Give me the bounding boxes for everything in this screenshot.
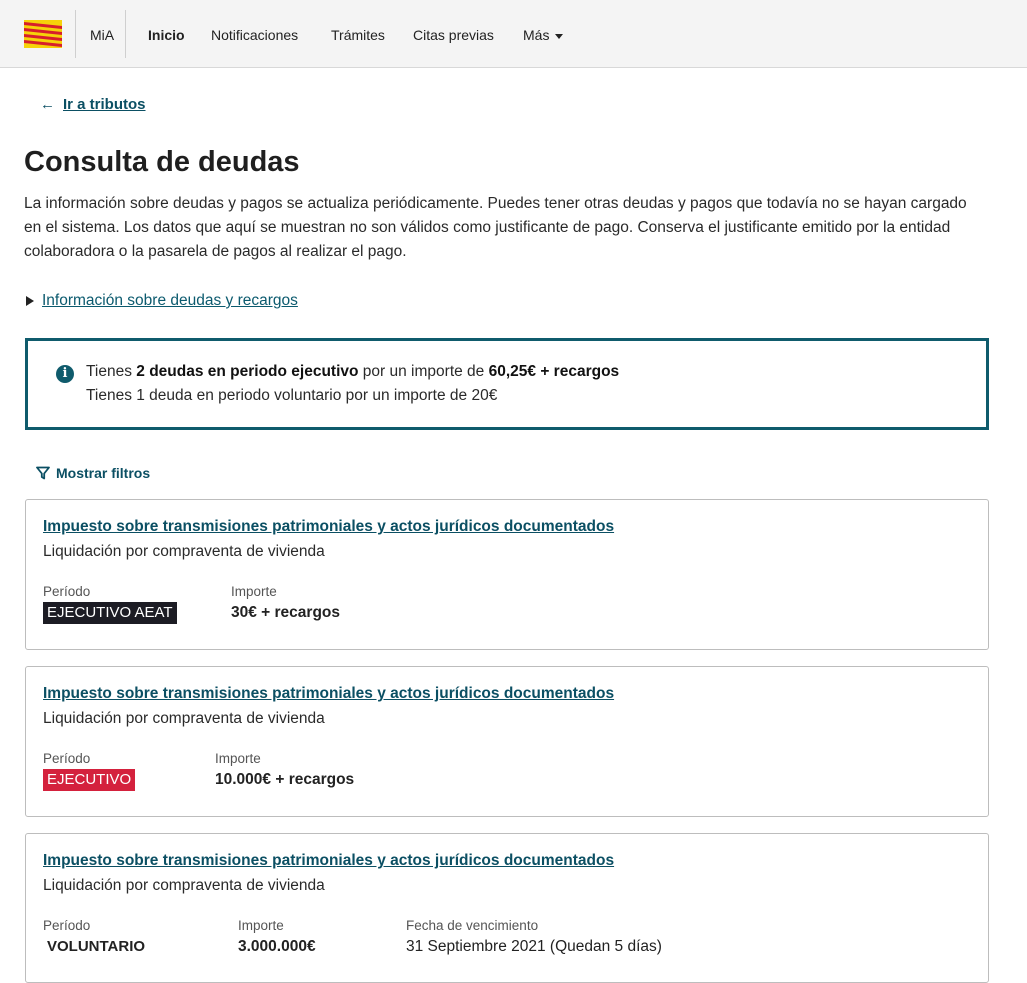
chevron-down-icon (555, 33, 564, 39)
period-badge: EJECUTIVO (43, 769, 136, 791)
nav-mas-label: Más (523, 27, 550, 43)
show-filters-button[interactable]: Mostrar filtros (36, 465, 150, 481)
debt-subtitle: Liquidación por compraventa de vivienda (43, 543, 325, 560)
summary-line-executive: Tienes 2 deudas en periodo ejecutivo por… (86, 363, 619, 381)
due-date-value: 31 Septiembre 2021 (Quedan 5 días) (406, 938, 662, 955)
amount-value: 3.000.000€ (238, 938, 316, 955)
debt-subtitle: Liquidación por compraventa de vivienda (43, 877, 325, 894)
brand-mia-link[interactable]: MiA (90, 26, 114, 44)
amount-label: Importe (215, 751, 261, 766)
debt-card: Impuesto sobre transmisiones patrimonial… (25, 666, 989, 817)
summary-line-voluntary: Tienes 1 deuda en periodo voluntario por… (86, 387, 498, 404)
page-title: Consulta de deudas (24, 146, 300, 178)
debt-title-link[interactable]: Impuesto sobre transmisiones patrimonial… (43, 685, 614, 703)
top-navigation-bar: MiA Inicio Notificaciones Trámites Citas… (0, 0, 1027, 68)
filter-icon (36, 466, 50, 480)
debt-summary-box: i Tienes 2 deudas en periodo ejecutivo p… (25, 338, 989, 430)
aragon-logo-icon[interactable] (24, 20, 62, 48)
period-label: Período (43, 751, 91, 766)
period-badge: EJECUTIVO AEAT (43, 602, 177, 624)
nav-mas-dropdown[interactable]: Más (523, 26, 564, 44)
disclosure-triangle-icon (26, 295, 34, 306)
amount-label: Importe (231, 584, 277, 599)
period-label: Período (43, 584, 91, 599)
debt-card: Impuesto sobre transmisiones patrimonial… (25, 833, 989, 983)
nav-tramites[interactable]: Trámites (331, 26, 385, 44)
show-filters-label: Mostrar filtros (56, 465, 151, 481)
nav-notificaciones[interactable]: Notificaciones (211, 26, 298, 44)
summary-text: por un importe de (358, 363, 489, 380)
summary-text: Tienes (86, 363, 137, 380)
amount-value: 10.000€ + recargos (215, 771, 355, 788)
info-icon: i (56, 365, 74, 383)
summary-amount: 60,25€ + recargos (488, 363, 620, 380)
nav-inicio[interactable]: Inicio (148, 26, 185, 44)
period-badge: VOLUNTARIO (47, 938, 146, 955)
nav-divider (125, 10, 126, 58)
debt-title-link[interactable]: Impuesto sobre transmisiones patrimonial… (43, 852, 614, 870)
debt-card: Impuesto sobre transmisiones patrimonial… (25, 499, 989, 650)
back-to-tributos-link[interactable]: ← Ir a tributos (40, 96, 146, 113)
details-toggle[interactable]: Información sobre deudas y recargos (26, 292, 298, 310)
amount-label: Importe (238, 918, 284, 933)
nav-divider (75, 10, 76, 58)
debt-subtitle: Liquidación por compraventa de vivienda (43, 710, 325, 727)
details-toggle-label: Información sobre deudas y recargos (42, 292, 298, 309)
intro-paragraph: La información sobre deudas y pagos se a… (24, 195, 967, 260)
nav-citas-previas[interactable]: Citas previas (413, 26, 494, 44)
arrow-left-icon: ← (40, 96, 55, 113)
summary-count: 2 deudas en periodo ejecutivo (136, 363, 359, 380)
debt-title-link[interactable]: Impuesto sobre transmisiones patrimonial… (43, 518, 614, 536)
amount-value: 30€ + recargos (231, 604, 341, 621)
back-link-label: Ir a tributos (63, 96, 146, 113)
period-label: Período (43, 918, 91, 933)
due-date-label: Fecha de vencimiento (406, 918, 539, 933)
